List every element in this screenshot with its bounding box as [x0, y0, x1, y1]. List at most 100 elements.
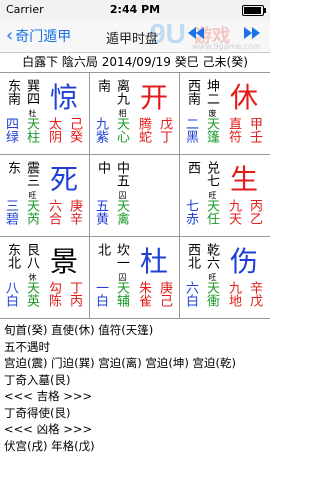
palace-bottom-0: 七赤	[183, 199, 198, 225]
palace-direction: 东北	[5, 243, 20, 269]
palace-bottom-2: 勾陈	[46, 281, 61, 307]
palace-cell: 南离九相 开九紫 天心 腾蛇 戊丁	[90, 73, 180, 155]
back-button[interactable]: ‹ 奇门遁甲	[6, 26, 71, 46]
nine-palace-grid: 东南 巽四杜惊四绿 天柱 太阴 己癸南离九相开九紫 天心 腾蛇 戊丁 西南 坤二废休二黑 天篷 直符甲…	[0, 73, 270, 319]
palace-trigram: 坎一	[114, 243, 129, 269]
palace-bottom-0: 四绿	[3, 117, 18, 143]
palace-bottom-3: 甲壬	[247, 117, 262, 143]
palace-trigram: 巽四	[24, 79, 39, 105]
chevron-left-icon: ‹	[6, 25, 14, 46]
palace-bottom-0: 三碧	[3, 199, 18, 225]
detail-line: <<< 凶格 >>>	[4, 422, 93, 436]
battery-icon	[242, 5, 266, 16]
detail-line: <<< 吉格 >>>	[4, 389, 93, 403]
detail-line: 丁奇得使(艮)	[4, 405, 71, 420]
date-info-line: 白露下 陰六局 2014/09/19 癸巳 己未(癸)	[0, 52, 270, 73]
palace-bottom-2: 腾蛇	[136, 117, 151, 143]
fast-forward-button[interactable]	[242, 25, 262, 45]
palace-direction: 东	[5, 161, 20, 174]
palace-direction: 西	[185, 161, 200, 174]
palace-direction: 西南	[185, 79, 200, 105]
detail-line: 五不遇时	[4, 339, 50, 354]
palace-bottom-2: 太阴	[46, 117, 61, 143]
palace-bottom-1: 天辅	[114, 281, 129, 307]
fast-forward-icon	[244, 27, 260, 39]
palace-trigram-status: 旺	[208, 191, 217, 199]
detail-line: 旬首(癸) 直使(休) 值符(天篷)	[4, 323, 154, 337]
palace-bottom-2: 朱雀	[136, 281, 151, 307]
palace-bottom-3: 丁丙	[67, 281, 82, 307]
detail-line: 宫迫(震) 门迫(巽) 宫迫(离) 宫迫(坤) 宫迫(乾)	[4, 356, 236, 370]
palace-trigram-status: 囚	[118, 273, 127, 281]
palace-trigram-status: 相	[118, 109, 127, 117]
rewind-button[interactable]	[186, 25, 206, 45]
palace-cell: 东震三旺 死三碧 天芮 六合 庚辛	[0, 155, 90, 237]
palace-door: 景	[50, 245, 79, 278]
status-bar: Carrier 2:44 PM	[0, 0, 270, 20]
page-title: 遁甲时盘	[106, 32, 159, 47]
palace-cell: 西兑七旺 生七赤 天任 九天 丙乙	[180, 155, 270, 237]
palace-trigram: 离九	[114, 79, 129, 105]
palace-cell: 东北 艮八休 景八白 天英 勾陈 丁丙	[0, 237, 90, 319]
palace-cell: 中中五囚五黄 天禽	[90, 155, 180, 237]
palace-bottom-1: 天心	[114, 117, 129, 143]
palace-bottom-3: 丙乙	[247, 199, 262, 225]
palace-direction: 北	[95, 243, 110, 256]
palace-bottom-3: 戊丁	[157, 117, 172, 143]
palace-cell: 西北 乾六旺 伤六白 天衝 九地 辛戊	[180, 237, 270, 319]
palace-door: 杜	[140, 245, 169, 278]
palace-bottom-2: 六合	[46, 199, 61, 225]
palace-bottom-0: 八白	[3, 281, 18, 307]
palace-bottom-1: 天篷	[204, 117, 219, 143]
palace-bottom-2: 直符	[226, 117, 241, 143]
palace-trigram: 中五	[114, 161, 129, 187]
palace-door: 死	[50, 163, 79, 196]
palace-direction: 东南	[5, 79, 20, 105]
palace-direction: 西北	[185, 243, 200, 269]
palace-door: 生	[230, 163, 259, 196]
palace-bottom-1: 天衝	[204, 281, 219, 307]
palace-door: 休	[230, 81, 259, 114]
palace-bottom-1: 天任	[204, 199, 219, 225]
palace-bottom-1: 天柱	[24, 117, 39, 143]
navigation-bar: 9U 游戏 www.9game.com ‹ 奇门遁甲 遁甲时盘	[0, 18, 270, 53]
palace-trigram: 艮八	[24, 243, 39, 269]
palace-trigram-status: 囚	[118, 191, 127, 199]
back-button-label: 奇门遁甲	[15, 29, 72, 45]
palace-bottom-1: 天英	[24, 281, 39, 307]
palace-bottom-0: 二黑	[183, 117, 198, 143]
palace-cell: 西南 坤二废 休二黑 天篷 直符 甲壬	[180, 73, 270, 155]
palace-cell: 北坎一囚 杜一白 天辅 朱雀 庚己	[90, 237, 180, 319]
palace-bottom-1: 天禽	[114, 199, 129, 225]
palace-bottom-2: 九地	[226, 281, 241, 307]
palace-trigram-status: 杜	[28, 109, 37, 117]
palace-bottom-0: 一白	[93, 281, 108, 307]
detail-line: 丁奇入墓(艮)	[4, 372, 71, 387]
palace-direction: 中	[95, 161, 110, 174]
palace-trigram: 乾六	[204, 243, 219, 269]
palace-bottom-3: 庚辛	[67, 199, 82, 225]
palace-trigram-status: 休	[28, 273, 37, 281]
palace-bottom-0: 五黄	[93, 199, 108, 225]
details-panel: 旬首(癸) 直使(休) 值符(天篷) 五不遇时 宫迫(震) 门迫(巽) 宫迫(离…	[4, 322, 266, 478]
palace-bottom-0: 九紫	[93, 117, 108, 143]
palace-bottom-3: 庚己	[157, 281, 172, 307]
palace-door: 伤	[230, 245, 259, 278]
palace-bottom-2: 九天	[226, 199, 241, 225]
palace-direction: 南	[95, 79, 110, 92]
palace-trigram: 兑七	[204, 161, 219, 187]
palace-bottom-0: 六白	[183, 281, 198, 307]
palace-trigram-status: 旺	[28, 191, 37, 199]
detail-line: 伏宫(戌) 年格(戊)	[4, 438, 95, 453]
palace-trigram: 坤二	[204, 79, 219, 105]
palace-trigram-status: 旺	[208, 273, 217, 281]
rewind-icon	[188, 27, 204, 39]
palace-bottom-3: 辛戊	[247, 281, 262, 307]
palace-door: 开	[140, 81, 169, 114]
palace-cell: 东南 巽四杜 惊四绿 天柱 太阴 己癸	[0, 73, 90, 155]
palace-bottom-3: 己癸	[67, 117, 82, 143]
palace-bottom-1: 天芮	[24, 199, 39, 225]
palace-door: 惊	[50, 81, 79, 114]
clock: 2:44 PM	[109, 3, 161, 16]
palace-trigram: 震三	[24, 161, 39, 187]
